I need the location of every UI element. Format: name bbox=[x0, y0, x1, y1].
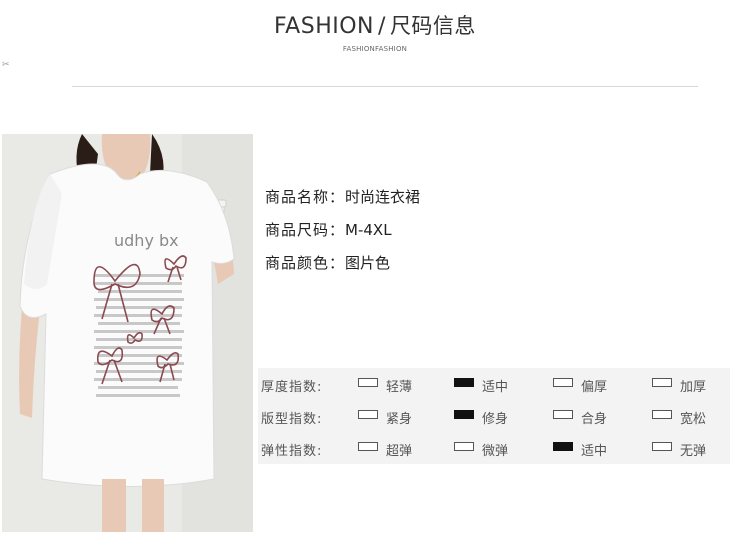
index-label: 版型指数: bbox=[261, 412, 323, 427]
product-color-label: 商品颜色： bbox=[265, 254, 346, 272]
header-divider bbox=[72, 86, 698, 87]
option-label: 宽松 bbox=[680, 412, 707, 427]
option-label: 紧身 bbox=[386, 412, 413, 427]
product-name-row: 商品名称：时尚连衣裙 bbox=[265, 184, 420, 217]
index-row: 版型指数: 紧身 修身 合身 宽松 bbox=[258, 405, 730, 427]
option-checkbox[interactable] bbox=[358, 378, 378, 387]
option-checkbox[interactable] bbox=[358, 410, 378, 419]
index-label: 弹性指数: bbox=[261, 444, 323, 459]
option-label: 修身 bbox=[482, 412, 509, 427]
index-row: 厚度指数: 轻薄 适中 偏厚 加厚 bbox=[258, 373, 730, 395]
product-color-row: 商品颜色：图片色 bbox=[265, 250, 420, 283]
option-checkbox[interactable] bbox=[652, 378, 672, 387]
title-en: FASHION bbox=[274, 14, 375, 39]
product-name-label: 商品名称： bbox=[265, 188, 346, 206]
title-separator: / bbox=[378, 14, 386, 39]
index-label: 厚度指数: bbox=[261, 380, 323, 395]
product-name-value: 时尚连衣裙 bbox=[345, 188, 421, 206]
product-photo: udhy bx bbox=[2, 134, 253, 532]
option-checkbox[interactable] bbox=[652, 410, 672, 419]
option-label: 超弹 bbox=[386, 444, 413, 459]
scissors-icon: ✂ bbox=[2, 60, 10, 70]
page-subtitle: FASHIONFASHION bbox=[342, 45, 408, 53]
option-checkbox-checked[interactable] bbox=[553, 442, 573, 451]
option-checkbox-checked[interactable] bbox=[454, 410, 474, 419]
shirt-print-text: udhy bx bbox=[114, 231, 179, 250]
option-label: 无弹 bbox=[680, 444, 707, 459]
option-checkbox[interactable] bbox=[652, 442, 672, 451]
product-size-row: 商品尺码：M-4XL bbox=[265, 217, 420, 250]
option-checkbox[interactable] bbox=[553, 378, 573, 387]
product-info: 商品名称：时尚连衣裙 商品尺码：M-4XL 商品颜色：图片色 bbox=[265, 184, 420, 283]
option-label: 合身 bbox=[581, 412, 608, 427]
indices-table: 厚度指数: 轻薄 适中 偏厚 加厚 版型指数: 紧身 修身 合身 宽松 弹性指数: 超弹 微弹 适中 无弹 bbox=[258, 368, 730, 464]
product-size-value: M-4XL bbox=[345, 221, 392, 239]
option-checkbox[interactable] bbox=[358, 442, 378, 451]
option-label: 适中 bbox=[581, 444, 608, 459]
option-label: 偏厚 bbox=[581, 380, 608, 395]
product-size-label: 商品尺码： bbox=[265, 221, 346, 239]
option-checkbox[interactable] bbox=[553, 410, 573, 419]
option-label: 轻薄 bbox=[386, 380, 413, 395]
option-label: 适中 bbox=[482, 380, 509, 395]
product-color-value: 图片色 bbox=[345, 254, 391, 272]
page-title: FASHION / 尺码信息 bbox=[0, 10, 750, 40]
option-checkbox-checked[interactable] bbox=[454, 378, 474, 387]
index-row: 弹性指数: 超弹 微弹 适中 无弹 bbox=[258, 437, 730, 459]
option-checkbox[interactable] bbox=[454, 442, 474, 451]
option-label: 加厚 bbox=[680, 380, 707, 395]
option-label: 微弹 bbox=[482, 444, 509, 459]
title-cn: 尺码信息 bbox=[389, 14, 476, 38]
